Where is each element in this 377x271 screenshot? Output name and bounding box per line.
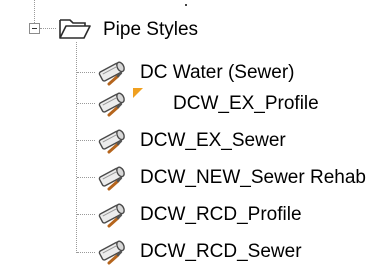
tree-item-label: DCW_RCD_Sewer [140,241,302,262]
pipe-style-icon [97,238,131,271]
root-node-label[interactable]: Pipe Styles [103,18,198,42]
tree-item-dcw-ex-sewer[interactable]: DCW_EX_Sewer [0,125,377,155]
tree-item-dc-water-sewer[interactable]: DC Water (Sewer) [0,57,377,87]
pipe-style-icon [97,201,131,234]
tree-item-dcw-new-sewer-rehab[interactable]: DCW_NEW_Sewer Rehab [0,162,377,192]
modified-flag-icon [133,85,143,103]
tree-connector [40,28,56,29]
pipe-style-icon [97,127,131,160]
tree-item-dcw-rcd-profile[interactable]: DCW_RCD_Profile [0,199,377,229]
tree-item-label: DCW_NEW_Sewer Rehab [140,167,366,188]
collapse-toggle[interactable] [29,23,40,34]
tree-connector [34,0,35,23]
tree-item-label: DCW_RCD_Profile [140,204,302,225]
tree-item-label: DCW_EX_Sewer [140,130,286,151]
style-tree: Pipe Styles DC Water (Sewer) DCW_EX_Prof… [0,0,377,266]
scroll-artifact [185,4,187,6]
tree-item-label: DC Water (Sewer) [140,62,295,83]
folder-open-icon [58,17,92,46]
tree-item-dcw-rcd-sewer[interactable]: DCW_RCD_Sewer [0,236,377,266]
tree-item-label: DCW_EX_Profile [173,93,319,114]
pipe-style-icon [97,90,131,123]
pipe-style-icon [97,164,131,197]
tree-item-dcw-ex-profile[interactable]: DCW_EX_Profile [0,88,377,118]
